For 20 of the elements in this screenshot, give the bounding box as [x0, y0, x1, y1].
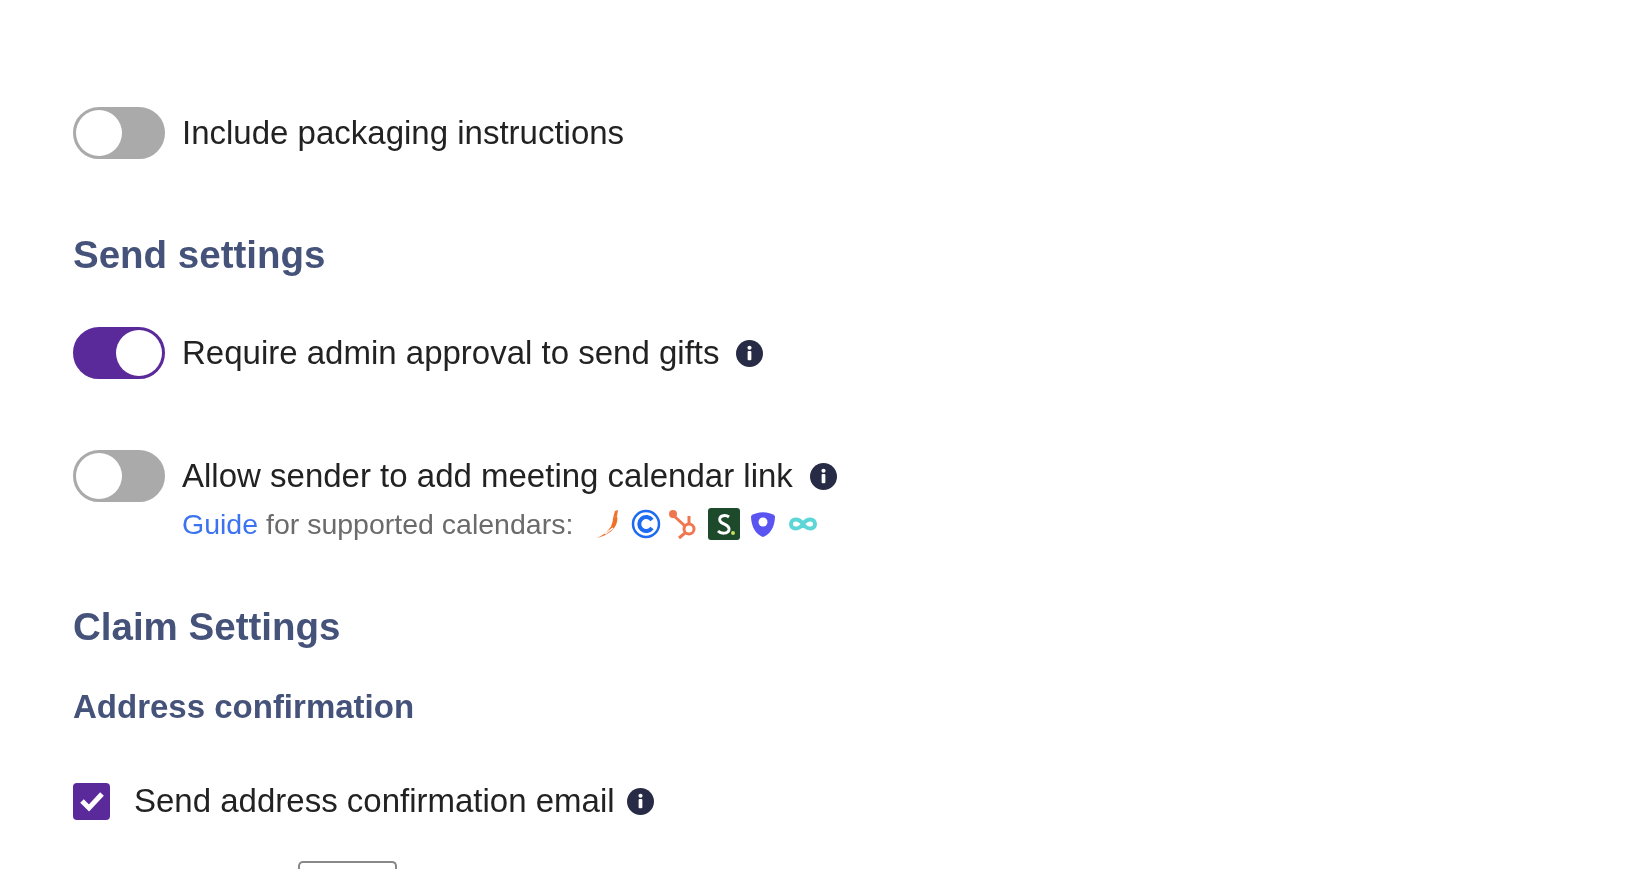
guide-text: Guide for supported calendars: — [182, 507, 574, 541]
info-icon[interactable] — [736, 339, 764, 367]
toggle-label: Include packaging instructions — [182, 114, 625, 152]
section-heading: Send settings — [73, 235, 327, 275]
toggle-switch[interactable] — [73, 327, 165, 379]
subsection-heading: Address confirmation — [73, 687, 416, 727]
toggle-label: Allow sender to add meeting calendar link — [182, 457, 793, 495]
letter-logo-icon — [708, 508, 741, 540]
input-field[interactable] — [298, 861, 397, 869]
calendar-logo-icon — [630, 508, 663, 540]
checkbox[interactable] — [73, 782, 110, 820]
toggle-switch[interactable] — [73, 107, 165, 159]
toggle-label: Require admin approval to send gifts — [182, 334, 720, 372]
section-heading: Claim Settings — [73, 607, 342, 647]
info-icon[interactable] — [626, 787, 654, 815]
toggle-switch[interactable] — [73, 450, 165, 502]
check-icon — [78, 790, 105, 812]
guide-link[interactable]: Guide — [182, 507, 259, 540]
checkbox-label: Send address confirmation email — [134, 782, 615, 820]
info-icon[interactable] — [809, 462, 837, 490]
